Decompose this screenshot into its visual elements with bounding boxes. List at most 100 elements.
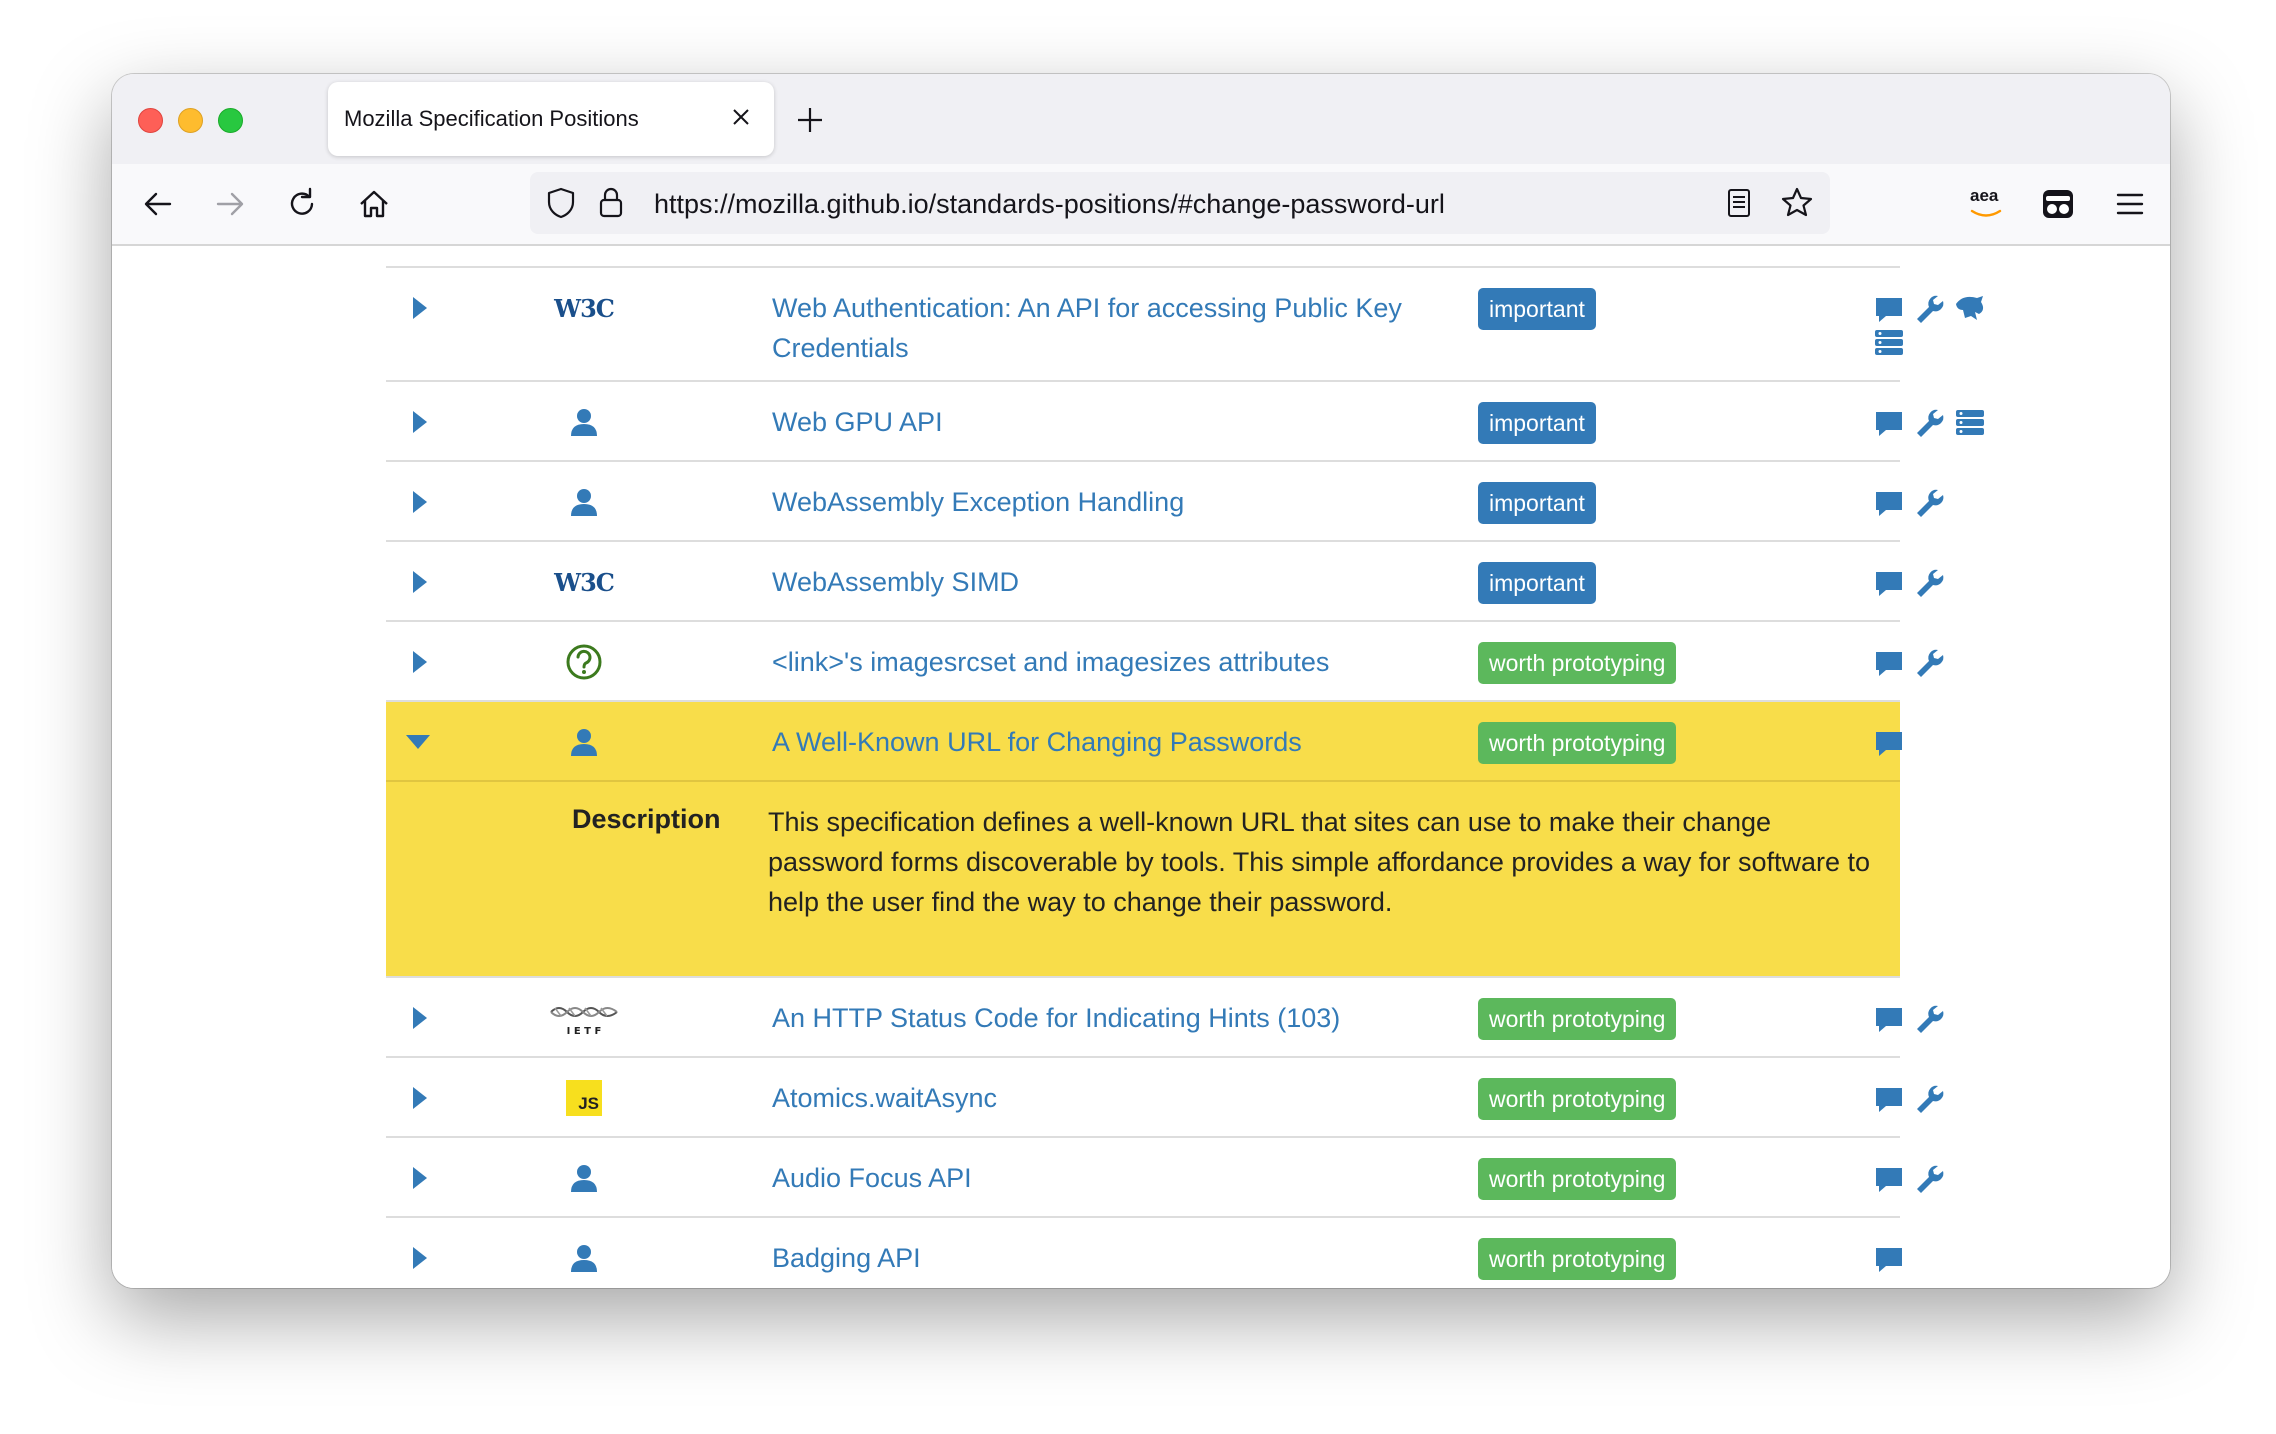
wrench-icon[interactable] [1912,566,1946,600]
table-row[interactable]: Audio Focus API worth prototyping [386,1136,1944,1216]
tab-title: Mozilla Specification Positions [344,106,639,131]
spec-title-link[interactable]: An HTTP Status Code for Indicating Hints… [772,998,1472,1038]
expand-toggle-icon[interactable] [410,648,430,676]
position-badge: important [1478,288,1596,330]
comment-icon[interactable] [1872,566,1906,600]
position-badge: important [1478,402,1596,444]
browser-window: Mozilla Specification Positions https://… [112,74,2170,1288]
table-row[interactable]: Badging API worth prototyping [386,1216,1902,1288]
comment-icon[interactable] [1872,1082,1906,1116]
description-text: This specification defines a well-known … [768,807,1871,917]
table-row[interactable]: Web GPU API important [386,380,1984,460]
close-window-button[interactable] [138,108,163,133]
comment-icon[interactable] [1872,1162,1906,1196]
position-badge: worth prototyping [1478,1078,1677,1120]
expand-toggle-icon[interactable] [410,1244,430,1272]
spec-title-link[interactable]: WebAssembly SIMD [772,562,1472,602]
spec-title-link[interactable]: Audio Focus API [772,1158,1472,1198]
server-icon[interactable] [1953,406,1987,440]
person-icon [556,1238,612,1278]
navigation-toolbar: https://mozilla.github.io/standards-posi… [112,164,2170,246]
comment-icon[interactable] [1872,292,1906,326]
spec-links [1872,1242,2012,1276]
reload-icon[interactable] [282,184,322,224]
table-row-partial [386,248,1900,266]
spec-links [1872,726,2012,760]
wrench-icon[interactable] [1912,1082,1946,1116]
spec-title-link[interactable]: WebAssembly Exception Handling [772,482,1472,522]
comment-icon[interactable] [1872,406,1906,440]
reader-view-icon[interactable] [1720,184,1758,222]
bookmark-star-icon[interactable] [1778,184,1816,222]
person-icon [556,722,612,762]
spec-title-link[interactable]: A Well-Known URL for Changing Passwords [772,722,1472,762]
table-row-expanded[interactable]: A Well-Known URL for Changing Passwords … [386,700,1902,780]
comment-icon[interactable] [1872,646,1906,680]
table-row[interactable]: WebAssembly Exception Handling important [386,460,1944,540]
table-row[interactable]: JS Atomics.waitAsync worth prototyping [386,1056,1944,1136]
spec-links [1872,1082,2012,1116]
w3c-logo: W3C [554,293,615,323]
comment-icon[interactable] [1872,1002,1906,1036]
person-icon [556,1158,612,1198]
forward-icon[interactable] [210,184,250,224]
url-bar[interactable]: https://mozilla.github.io/standards-posi… [530,172,1830,234]
position-badge: worth prototyping [1478,722,1677,764]
spec-title-link[interactable]: Badging API [772,1238,1472,1278]
spec-links [1872,486,2012,520]
page-content: W3C Web Authentication: An API for acces… [112,248,2170,1288]
collapse-toggle-icon[interactable] [404,732,432,752]
spec-links [1872,1002,2012,1036]
wrench-icon[interactable] [1912,292,1946,326]
zoom-window-button[interactable] [218,108,243,133]
new-tab-icon[interactable] [792,102,828,138]
comment-icon[interactable] [1872,1242,1906,1276]
comment-icon[interactable] [1872,486,1906,520]
position-badge: worth prototyping [1478,1238,1677,1280]
spec-title-link[interactable]: Atomics.waitAsync [772,1078,1472,1118]
app-menu-icon[interactable] [2110,184,2150,224]
question-icon [556,642,612,682]
table-row[interactable]: W3C Web Authentication: An API for acces… [386,266,1983,380]
expand-toggle-icon[interactable] [410,1084,430,1112]
ietf-logo: I E T F [548,998,620,1038]
amazon-extension-icon[interactable]: aea [1966,184,2006,224]
tracking-protection-shield-icon[interactable] [542,184,580,222]
spec-title-link[interactable]: <link>'s imagesrcset and imagesizes attr… [772,642,1472,682]
wrench-icon[interactable] [1912,486,1946,520]
table-row[interactable]: <link>'s imagesrcset and imagesizes attr… [386,620,1944,700]
url-text[interactable]: https://mozilla.github.io/standards-posi… [654,189,1445,220]
mozilla-dino-icon[interactable] [1953,292,1987,326]
expand-toggle-icon[interactable] [410,408,430,436]
server-icon[interactable] [1872,326,1906,360]
table-row[interactable]: I E T F An HTTP Status Code for Indicati… [386,976,1944,1056]
expand-toggle-icon[interactable] [410,488,430,516]
close-tab-icon[interactable] [726,102,756,132]
spec-links [1872,406,2012,440]
wrench-icon[interactable] [1912,1162,1946,1196]
home-icon[interactable] [354,184,394,224]
expand-toggle-icon[interactable] [410,1164,430,1192]
wrench-icon[interactable] [1912,406,1946,440]
position-badge: worth prototyping [1478,998,1677,1040]
active-tab[interactable]: Mozilla Specification Positions [328,82,774,156]
spec-title-link[interactable]: Web GPU API [772,402,1472,442]
expand-toggle-icon[interactable] [410,568,430,596]
expand-toggle-icon[interactable] [410,1004,430,1032]
spec-links [1872,1162,2012,1196]
svg-text:I E T F: I E T F [567,1026,602,1037]
back-icon[interactable] [138,184,178,224]
spec-links [1872,292,2012,360]
lock-icon[interactable] [592,184,630,222]
extension-mask-icon[interactable] [2038,184,2078,224]
comment-icon[interactable] [1872,726,1906,760]
position-badge: worth prototyping [1478,1158,1677,1200]
table-row[interactable]: W3C WebAssembly SIMD important [386,540,1944,620]
w3c-logo: W3C [554,567,615,597]
expand-toggle-icon[interactable] [410,294,430,322]
wrench-icon[interactable] [1912,646,1946,680]
wrench-icon[interactable] [1912,1002,1946,1036]
minimize-window-button[interactable] [178,108,203,133]
spec-title-link[interactable]: Web Authentication: An API for accessing… [772,288,1472,368]
position-badge: important [1478,562,1596,604]
